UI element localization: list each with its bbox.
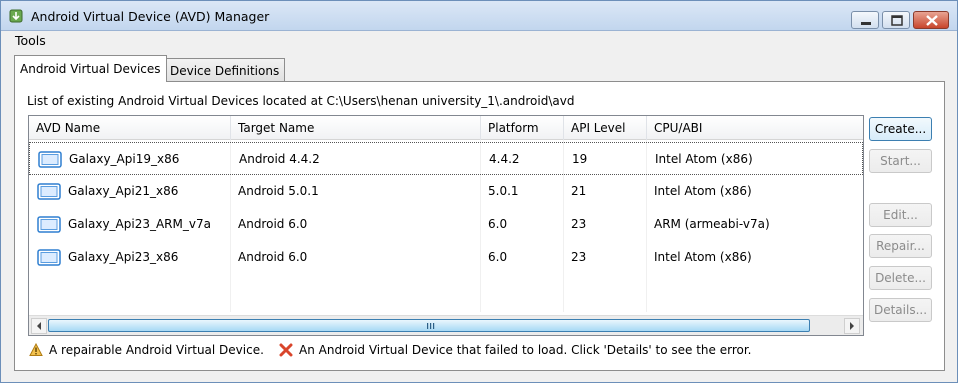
- error-x-icon: [279, 343, 293, 357]
- repair-button[interactable]: Repair...: [869, 234, 932, 258]
- scroll-thumb[interactable]: [48, 319, 810, 332]
- cell-cpu-abi: Intel Atom (x86): [654, 184, 752, 198]
- legend-failed-text: An Android Virtual Device that failed to…: [299, 343, 752, 357]
- scroll-right-arrow-icon[interactable]: [844, 318, 860, 334]
- delete-button[interactable]: Delete...: [869, 266, 932, 290]
- start-button[interactable]: Start...: [869, 149, 932, 173]
- scroll-grip-icon: [427, 323, 435, 329]
- menu-tools[interactable]: Tools: [15, 33, 46, 48]
- tab-label: Android Virtual Devices: [20, 62, 161, 76]
- cell-avd-name: Galaxy_Api19_x86: [69, 152, 180, 166]
- cell-target-name: Android 4.4.2: [239, 152, 320, 166]
- tab-device-definitions[interactable]: Device Definitions: [164, 58, 286, 82]
- tab-android-virtual-devices[interactable]: Android Virtual Devices: [14, 55, 167, 82]
- cell-cpu-abi: Intel Atom (x86): [654, 250, 752, 264]
- table-row[interactable]: Galaxy_Api23_x86 Android 6.0 6.0 23 Inte…: [29, 241, 863, 274]
- avd-manager-window: Android Virtual Device (AVD) Manager Too…: [0, 0, 958, 383]
- cell-platform: 4.4.2: [489, 152, 520, 166]
- device-icon: [37, 183, 61, 200]
- cell-cpu-abi: ARM (armeabi-v7a): [654, 217, 770, 231]
- maximize-button[interactable]: [882, 11, 910, 29]
- minimize-button[interactable]: [851, 11, 879, 29]
- warning-icon: [29, 342, 43, 357]
- device-icon: [38, 151, 62, 168]
- window-title: Android Virtual Device (AVD) Manager: [31, 9, 270, 24]
- table-row[interactable]: Galaxy_Api19_x86 Android 4.4.2 4.4.2 19 …: [29, 142, 863, 175]
- avd-location-text: List of existing Android Virtual Devices…: [27, 94, 575, 108]
- cell-avd-name: Galaxy_Api21_x86: [68, 184, 179, 198]
- column-header-cpu-abi[interactable]: CPU/ABI: [654, 121, 702, 135]
- cell-api-level: 19: [572, 152, 588, 166]
- column-header-avd-name[interactable]: AVD Name: [36, 121, 100, 135]
- table-header: AVD Name Target Name Platform API Level …: [29, 116, 863, 140]
- cell-avd-name: Galaxy_Api23_x86: [68, 250, 179, 264]
- column-header-target-name[interactable]: Target Name: [238, 121, 314, 135]
- cell-api-level: 23: [571, 250, 587, 264]
- cell-platform: 5.0.1: [488, 184, 519, 198]
- cell-platform: 6.0: [488, 217, 508, 231]
- title-bar[interactable]: Android Virtual Device (AVD) Manager: [1, 1, 957, 31]
- table-row[interactable]: Galaxy_Api21_x86 Android 5.0.1 5.0.1 21 …: [29, 175, 863, 208]
- menu-bar: Tools: [1, 32, 957, 50]
- tab-label: Device Definitions: [170, 64, 280, 78]
- cell-api-level: 21: [571, 184, 587, 198]
- scroll-left-arrow-icon[interactable]: [31, 318, 47, 334]
- device-icon: [37, 216, 61, 233]
- details-button[interactable]: Details...: [869, 298, 932, 322]
- avd-tab-panel: List of existing Android Virtual Devices…: [14, 81, 945, 371]
- create-button[interactable]: Create...: [869, 117, 932, 141]
- cell-target-name: Android 5.0.1: [238, 184, 319, 198]
- cell-target-name: Android 6.0: [238, 217, 308, 231]
- legend-repairable-text: A repairable Android Virtual Device.: [49, 343, 264, 357]
- edit-button[interactable]: Edit...: [869, 203, 932, 227]
- device-icon: [37, 249, 61, 266]
- cell-platform: 6.0: [488, 250, 508, 264]
- column-header-api-level[interactable]: API Level: [571, 121, 625, 135]
- cell-api-level: 23: [571, 217, 587, 231]
- avd-table: AVD Name Target Name Platform API Level …: [28, 115, 864, 336]
- cell-avd-name: Galaxy_Api23_ARM_v7a: [68, 217, 211, 231]
- cell-cpu-abi: Intel Atom (x86): [655, 152, 753, 166]
- column-header-platform[interactable]: Platform: [488, 121, 539, 135]
- cell-target-name: Android 6.0: [238, 250, 308, 264]
- horizontal-scrollbar[interactable]: [29, 315, 863, 335]
- table-row[interactable]: Galaxy_Api23_ARM_v7a Android 6.0 6.0 23 …: [29, 208, 863, 241]
- android-download-icon: [9, 9, 23, 23]
- close-button[interactable]: [913, 11, 949, 29]
